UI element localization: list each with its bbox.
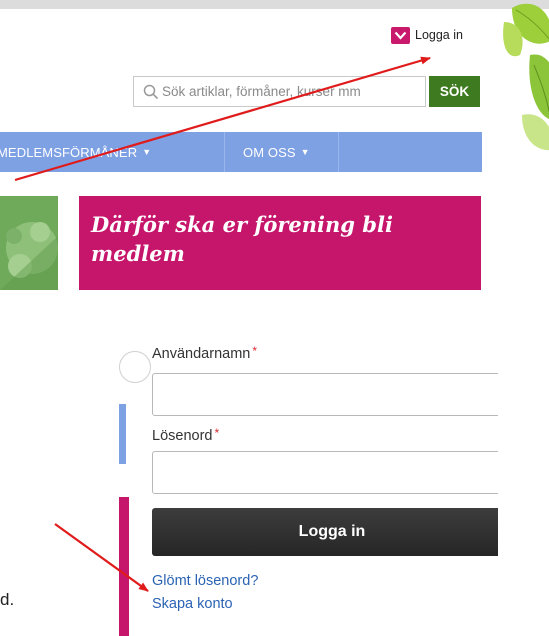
caret-down-icon: ▼ — [300, 147, 310, 157]
nav-divider — [224, 132, 225, 172]
search-icon — [143, 84, 159, 100]
required-marker: * — [214, 426, 220, 440]
username-label-text: Användarnamn — [152, 346, 251, 362]
leaf-decoration-icon — [503, 3, 549, 151]
browser-edge — [0, 0, 549, 9]
nav-item-om-oss[interactable]: OM OSS ▼ — [243, 132, 310, 172]
background-fragment — [119, 497, 129, 636]
password-label-text: Lösenord — [152, 428, 213, 444]
background-fragment — [119, 404, 126, 464]
caret-down-icon: ▼ — [142, 147, 152, 157]
login-link[interactable]: Logga in — [391, 24, 463, 46]
chevron-down-icon — [391, 26, 410, 44]
nav-item-label: OM OSS — [243, 144, 296, 160]
nav-item-medlemsformaner[interactable]: MEDLEMSFÖRMÅNER ▼ — [0, 132, 151, 172]
password-field[interactable] — [152, 451, 498, 494]
stray-text: d. — [0, 590, 15, 609]
login-dropdown: Användarnamn * Lösenord * Logga in Glömt l… — [119, 333, 498, 636]
username-label: Användarnamn * — [152, 344, 258, 362]
login-link-label: Logga in — [415, 28, 463, 42]
search-input[interactable] — [162, 77, 417, 106]
membership-promo-banner[interactable]: Därför ska er förening bli medlem — [79, 196, 481, 290]
nav-divider — [338, 132, 339, 172]
promo-title: Därför ska er förening bli medlem — [91, 212, 393, 266]
username-field[interactable] — [152, 373, 498, 416]
search-box — [133, 76, 426, 107]
nav-item-label: MEDLEMSFÖRMÅNER — [0, 144, 138, 160]
search-button[interactable]: SÖK — [429, 76, 480, 107]
site-header-screenshot: Logga in SÖK MEDLEMSFÖRMÅNER ▼ OM OSS ▼ — [0, 0, 549, 290]
leaf-image — [0, 196, 58, 290]
main-navigation: MEDLEMSFÖRMÅNER ▼ OM OSS ▼ — [0, 132, 482, 172]
required-marker: * — [252, 344, 258, 358]
background-fragment — [119, 351, 151, 383]
password-label: Lösenord * — [152, 426, 220, 444]
create-account-link[interactable]: Skapa konto — [152, 596, 233, 612]
forgot-password-link[interactable]: Glömt lösenord? — [152, 573, 258, 589]
login-submit-button[interactable]: Logga in — [152, 508, 498, 556]
